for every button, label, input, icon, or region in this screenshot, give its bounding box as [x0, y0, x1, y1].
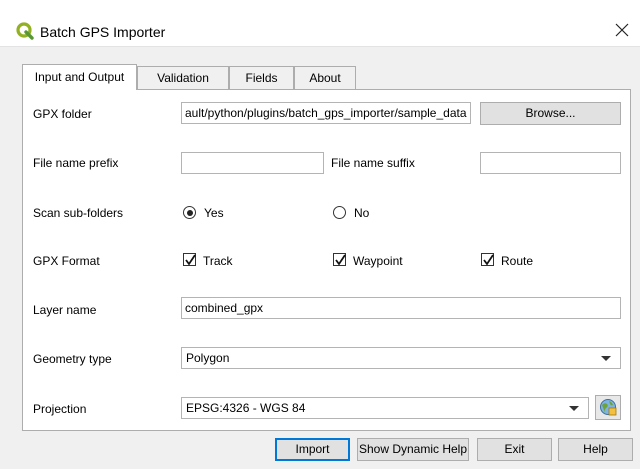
exit-button[interactable]: Exit: [477, 438, 552, 461]
layer-name-label: Layer name: [33, 303, 97, 317]
geometry-type-value: Polygon: [186, 351, 230, 365]
tab-fields[interactable]: Fields: [229, 66, 294, 89]
projection-select[interactable]: EPSG:4326 - WGS 84: [181, 397, 589, 419]
import-button[interactable]: Import: [275, 438, 350, 461]
file-name-prefix-label: File name prefix: [33, 156, 119, 170]
gpx-format-label: GPX Format: [33, 254, 100, 268]
layer-name-input[interactable]: combined_gpx: [181, 297, 621, 319]
route-label: Route: [501, 254, 534, 268]
window-title: Batch GPS Importer: [40, 24, 166, 40]
geometry-type-label: Geometry type: [33, 352, 112, 366]
gpx-folder-label: GPX folder: [33, 107, 92, 121]
tab-about[interactable]: About: [294, 66, 356, 89]
close-icon[interactable]: [610, 18, 634, 42]
file-name-suffix-label: File name suffix: [331, 156, 415, 170]
geometry-type-select[interactable]: Polygon: [181, 347, 621, 369]
scan-yes-label: Yes: [204, 206, 224, 220]
track-label: Track: [203, 254, 233, 268]
crs-globe-icon: [600, 399, 617, 416]
browse-button[interactable]: Browse...: [480, 102, 621, 125]
help-button[interactable]: Help: [558, 438, 633, 461]
show-dynamic-help-button[interactable]: Show Dynamic Help: [357, 438, 469, 461]
projection-selector-button[interactable]: [595, 395, 621, 420]
file-name-suffix-input[interactable]: [480, 152, 621, 174]
chevron-down-icon: [601, 356, 611, 361]
chevron-down-icon: [569, 406, 579, 411]
track-checkbox[interactable]: [183, 253, 196, 266]
scan-yes-radio[interactable]: [183, 206, 196, 219]
route-checkbox[interactable]: [481, 253, 494, 266]
scan-no-radio[interactable]: [333, 206, 346, 219]
tab-input-and-output[interactable]: Input and Output: [22, 64, 137, 90]
gpx-folder-input[interactable]: ault/python/plugins/batch_gps_importer/s…: [181, 102, 471, 124]
input-output-panel: GPX folder ault/python/plugins/batch_gps…: [22, 89, 631, 431]
projection-value: EPSG:4326 - WGS 84: [186, 401, 306, 415]
tab-validation[interactable]: Validation: [137, 66, 229, 89]
file-name-prefix-input[interactable]: [181, 152, 324, 174]
waypoint-checkbox[interactable]: [333, 253, 346, 266]
scan-no-label: No: [354, 206, 370, 220]
scan-sub-folders-label: Scan sub-folders: [33, 206, 124, 220]
title-bar: Batch GPS Importer: [0, 0, 640, 47]
waypoint-label: Waypoint: [353, 254, 403, 268]
qgis-logo-icon: [16, 22, 34, 40]
projection-label: Projection: [33, 402, 87, 416]
